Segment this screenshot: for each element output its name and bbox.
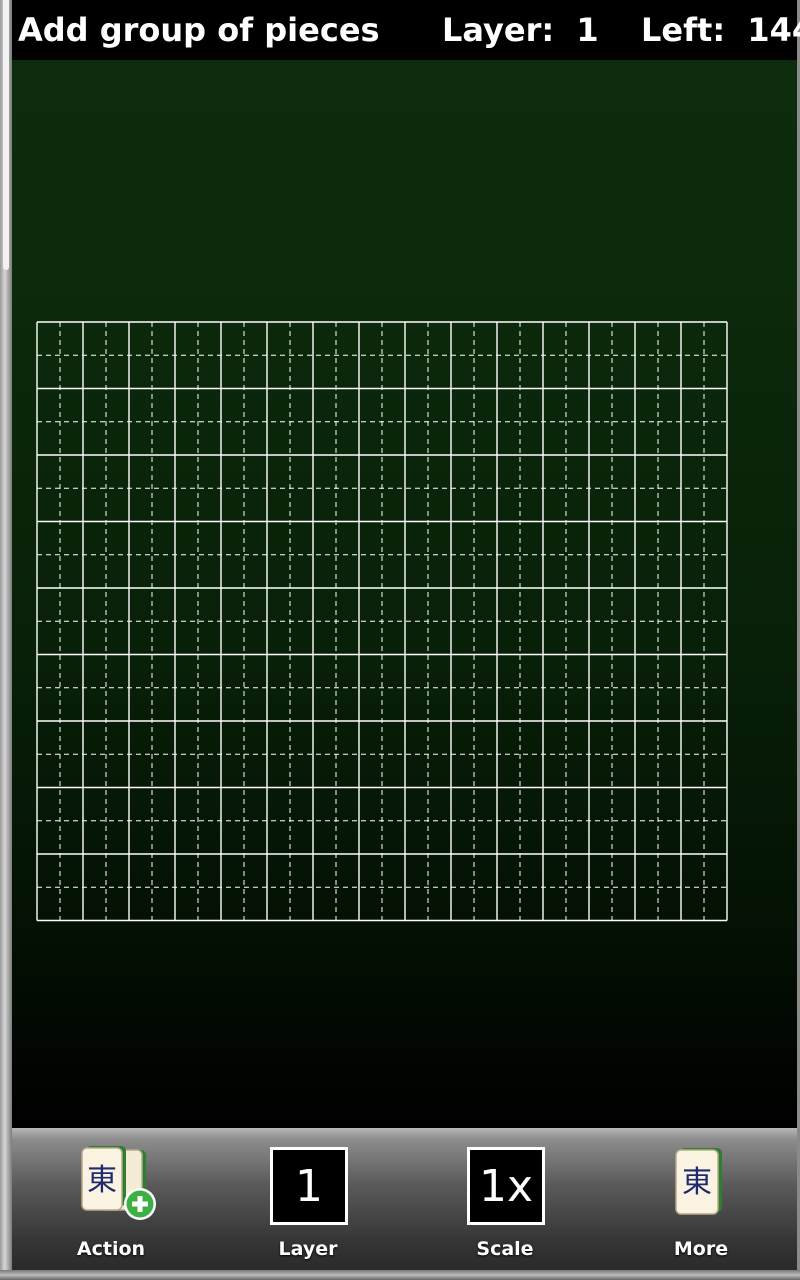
layer-indicator: Layer: 1 (442, 11, 599, 49)
scale-button[interactable]: 1x Scale (430, 1142, 580, 1267)
game-board[interactable] (12, 60, 797, 1128)
left-scroll-rail (0, 0, 12, 1280)
more-label: More (673, 1238, 729, 1260)
scale-label: Scale (476, 1238, 534, 1260)
title-bar: Add group of pieces Layer: 1 Left: 144 (12, 0, 800, 60)
mahjong-tile-add-icon: 東 (81, 1146, 156, 1220)
more-button[interactable]: 東 More (626, 1142, 776, 1267)
bottom-edge (0, 1270, 800, 1280)
mahjong-tile-icon: 東 (675, 1148, 722, 1215)
placement-grid[interactable] (12, 60, 797, 1128)
layer-label: Layer (278, 1238, 338, 1260)
svg-text:東: 東 (682, 1165, 712, 1200)
action-label: Action (76, 1238, 146, 1260)
pieces-left-counter: Left: 144 (641, 11, 800, 49)
scale-value-box: 1x (467, 1147, 545, 1225)
layer-button[interactable]: 1 Layer (233, 1142, 383, 1267)
scroll-thumb[interactable] (3, 0, 9, 270)
bottom-toolbar: 東 Action 1 Layer 1x Scale 東 More (12, 1128, 797, 1270)
layer-value-box: 1 (270, 1147, 348, 1225)
svg-text:東: 東 (87, 1163, 117, 1198)
page-title: Add group of pieces (18, 11, 380, 49)
action-button[interactable]: 東 Action (36, 1142, 186, 1267)
